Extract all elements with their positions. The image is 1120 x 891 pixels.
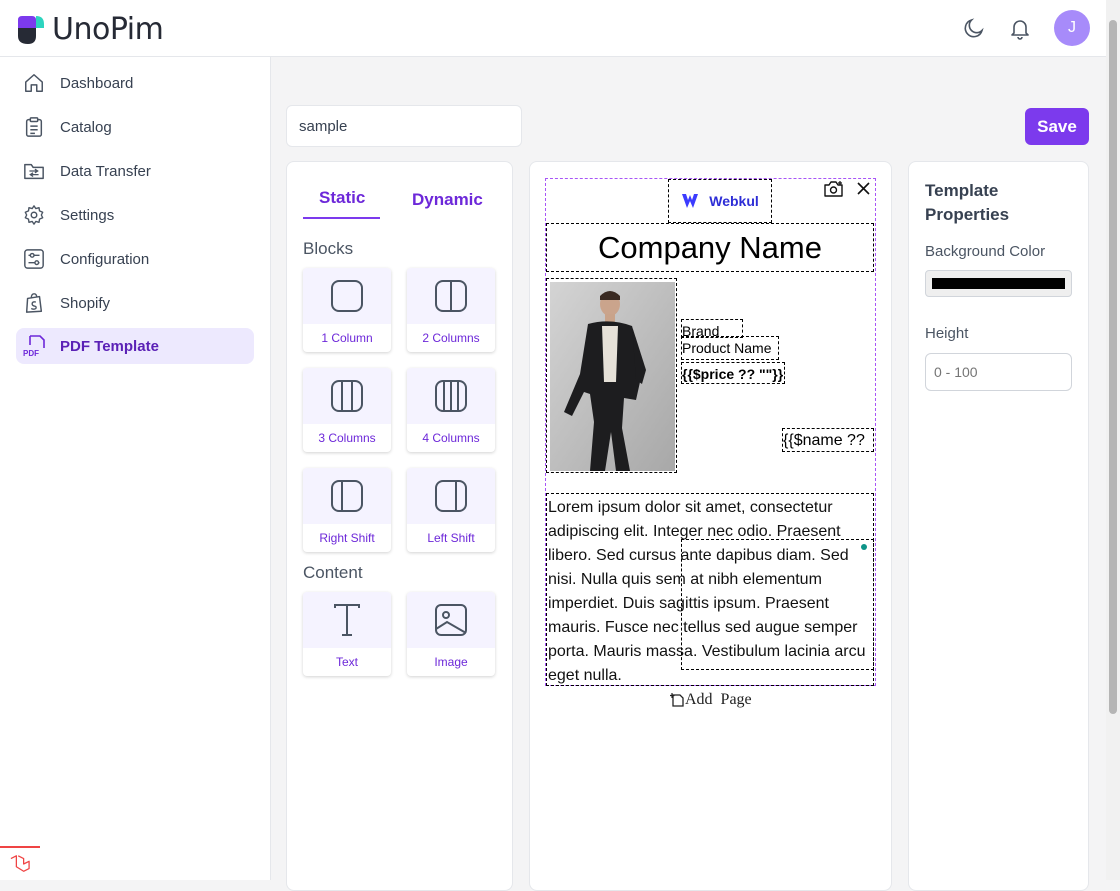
shopify-icon: [22, 291, 46, 315]
sidebar-item-catalog[interactable]: Catalog: [16, 109, 254, 145]
block-label: Text: [335, 655, 358, 669]
block-label: 2 Columns: [422, 331, 480, 345]
sliders-icon: [22, 247, 46, 271]
webkul-logo-icon: [682, 194, 699, 208]
block-label: Right Shift: [319, 531, 375, 545]
webkul-logo-text: Webkul: [709, 193, 759, 209]
sidebar-item-label: Data Transfer: [60, 162, 151, 180]
gear-icon: [22, 203, 46, 227]
template-name-input[interactable]: sample: [286, 105, 522, 147]
sidebar-item-label: Shopify: [60, 294, 111, 312]
unopim-logo-icon: [18, 15, 44, 44]
resize-handle[interactable]: [861, 544, 867, 550]
blocks-heading: Blocks: [303, 239, 354, 258]
four-columns-icon: [435, 380, 467, 412]
left-shift-icon: [435, 480, 467, 512]
background-color-picker[interactable]: [925, 270, 1072, 297]
catalog-icon: [22, 115, 46, 139]
block-left-shift[interactable]: Left Shift: [407, 468, 495, 552]
sidebar: Dashboard Catalog Data Transfer Settings…: [0, 57, 271, 880]
notification-bell-icon[interactable]: [1008, 16, 1032, 40]
one-column-icon: [331, 280, 363, 312]
block-label: 1 Column: [321, 331, 373, 345]
block-right-shift[interactable]: Right Shift: [303, 468, 391, 552]
two-columns-icon: [435, 280, 467, 312]
product-image-cell[interactable]: [546, 278, 677, 473]
block-label: Image: [434, 655, 468, 669]
scrollbar-thumb[interactable]: [1109, 20, 1117, 714]
block-label: Left Shift: [427, 531, 475, 545]
sidebar-item-label: Catalog: [60, 118, 112, 136]
product-name-field[interactable]: Product Name: [681, 336, 779, 360]
sidebar-item-label: Configuration: [60, 250, 150, 268]
product-photo: [550, 282, 675, 471]
unopim-logo[interactable]: UnoPim: [16, 12, 164, 47]
add-page-label: Add Page: [685, 691, 752, 708]
dark-mode-moon-icon[interactable]: [962, 16, 986, 40]
name-variable-field[interactable]: {{$name ??: [782, 428, 874, 452]
price-field[interactable]: {{$price ?? ""}}: [681, 362, 785, 384]
image-icon: [435, 604, 467, 636]
close-icon[interactable]: [857, 182, 870, 195]
tab-static[interactable]: Static: [319, 188, 365, 208]
content-text[interactable]: Text: [303, 592, 391, 676]
save-button[interactable]: Save: [1025, 108, 1089, 145]
sidebar-item-dashboard[interactable]: Dashboard: [16, 65, 254, 101]
sidebar-item-data-transfer[interactable]: Data Transfer: [16, 153, 254, 189]
block-label: 4 Columns: [422, 431, 480, 445]
svg-text:PDF: PDF: [23, 349, 39, 358]
top-bar: UnoPim J: [0, 0, 1106, 57]
block-3-columns[interactable]: 3 Columns: [303, 368, 391, 452]
tab-dynamic[interactable]: Dynamic: [412, 190, 483, 210]
user-avatar[interactable]: J: [1054, 10, 1090, 46]
block-4-columns[interactable]: 4 Columns: [407, 368, 495, 452]
block-2-columns[interactable]: 2 Columns: [407, 268, 495, 352]
add-page-icon: [670, 693, 684, 707]
overlay-text-field[interactable]: [681, 539, 874, 670]
block-1-column[interactable]: 1 Column: [303, 268, 391, 352]
background-color-swatch: [932, 278, 1065, 289]
block-label: 3 Columns: [318, 431, 376, 445]
height-label: Height: [925, 325, 969, 342]
sidebar-item-label: Settings: [60, 206, 115, 224]
content-heading: Content: [303, 563, 363, 582]
three-columns-icon: [331, 380, 363, 412]
active-tab-indicator: [303, 217, 380, 219]
home-icon: [22, 71, 46, 95]
data-transfer-icon: [22, 159, 46, 183]
camera-icon[interactable]: [823, 180, 845, 198]
background-color-label: Background Color: [925, 243, 1046, 260]
sidebar-item-label: Dashboard: [60, 74, 134, 92]
pdf-icon: PDF: [22, 334, 46, 358]
sidebar-item-label: PDF Template: [60, 337, 159, 355]
content-image[interactable]: Image: [407, 592, 495, 676]
logo-cell[interactable]: Webkul: [668, 179, 772, 223]
sidebar-item-pdf-template[interactable]: PDF PDF Template: [16, 328, 254, 364]
add-page-button[interactable]: Add Page: [670, 691, 752, 709]
sidebar-item-settings[interactable]: Settings: [16, 197, 254, 233]
right-shift-icon: [331, 480, 363, 512]
sidebar-item-configuration[interactable]: Configuration: [16, 241, 254, 277]
page-scrollbar[interactable]: [1106, 0, 1120, 880]
text-icon: [334, 604, 360, 636]
laravel-debug-icon[interactable]: [0, 846, 40, 880]
height-input[interactable]: [925, 353, 1072, 391]
sidebar-item-shopify[interactable]: Shopify: [16, 285, 254, 321]
template-properties-title: Template Properties: [925, 181, 1010, 224]
logo-text: UnoPim: [52, 12, 164, 47]
company-name-heading[interactable]: Company Name: [546, 223, 874, 272]
